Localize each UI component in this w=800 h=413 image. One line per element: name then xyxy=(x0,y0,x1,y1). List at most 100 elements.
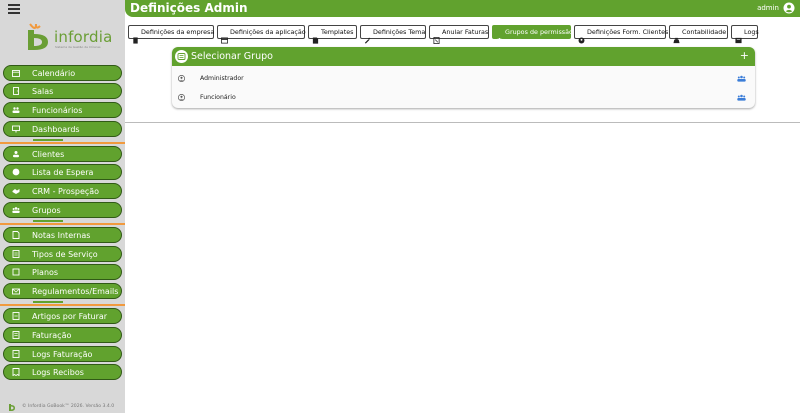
page-title: Definições Admin xyxy=(130,1,248,15)
sidebar-item-artigos-por-faturar[interactable]: Artigos por Faturar xyxy=(3,308,122,324)
tab-contabilidade[interactable]: Contabilidade xyxy=(669,25,728,43)
tab-label: Definições da aplicação xyxy=(230,28,306,36)
group-name: Funcionário xyxy=(200,93,236,101)
footer-copyright: © Infordia GoBook™ 2026. Versão 3.4.0 xyxy=(22,404,115,409)
brand-logo: infordia Sistema de Gestão de Clínicas xyxy=(20,20,113,54)
list-icon xyxy=(12,250,20,258)
clients-icon xyxy=(12,150,20,158)
cancel-invoice-icon xyxy=(433,29,440,44)
sidebar-footer: © Infordia GoBook™ 2026. Versão 3.4.0 xyxy=(8,402,114,411)
tab-logs[interactable]: Logs xyxy=(731,25,759,43)
sidebar-item-logs-recibos[interactable]: Logs Recibos xyxy=(3,364,122,380)
group-permissions-icon[interactable] xyxy=(737,75,746,82)
sidebar-item-label: Funcionários xyxy=(32,105,83,115)
group-name: Administrador xyxy=(200,74,244,82)
separator xyxy=(33,220,63,222)
invoice-icon xyxy=(12,331,20,339)
sidebar-item-logs-faturacao[interactable]: Logs Faturação xyxy=(3,346,122,362)
tab-definicoes-da-empresa[interactable]: Definições da empresa xyxy=(128,25,215,44)
tab-definicoes-da-aplicacao[interactable]: Definições da aplicação xyxy=(217,25,306,44)
sidebar-item-label: Logs Faturação xyxy=(32,349,93,359)
separator xyxy=(33,139,63,141)
separator xyxy=(0,142,125,144)
clock-icon xyxy=(12,168,20,176)
tab-definicoes-form-clientes[interactable]: Definições Form. Clientes xyxy=(574,25,668,43)
user-name[interactable]: admin xyxy=(757,4,779,12)
brand-name: infordia xyxy=(54,28,113,46)
monitor-icon xyxy=(12,125,20,133)
add-group-button[interactable]: + xyxy=(740,49,749,62)
tab-templates[interactable]: Templates xyxy=(308,25,357,44)
user-circle-icon xyxy=(178,74,185,82)
logo-mark-icon xyxy=(28,23,48,50)
app-settings-icon xyxy=(221,29,228,44)
tab-label: Grupos de permissão xyxy=(505,28,573,36)
sidebar-item-label: Grupos xyxy=(32,205,61,215)
group-selector-card: Selecionar Grupo + Administrador Funcioná… xyxy=(172,47,755,108)
app-root: infordia Sistema de Gestão de Clínicas C… xyxy=(0,0,800,413)
note-icon xyxy=(12,231,20,239)
user-menu[interactable]: admin xyxy=(757,2,795,14)
handshake-icon xyxy=(12,187,20,195)
sidebar-item-salas[interactable]: Salas xyxy=(3,83,122,99)
client-form-icon xyxy=(578,29,585,43)
top-header: Definições Admin admin xyxy=(125,0,800,17)
separator xyxy=(0,223,125,225)
group-list-item[interactable]: Funcionário xyxy=(172,88,755,106)
tab-anular-faturas[interactable]: Anular Faturas xyxy=(429,25,489,44)
separator xyxy=(0,304,125,306)
sidebar-item-notas-internas[interactable]: Notas Internas xyxy=(3,227,122,243)
sidebar-item-planos[interactable]: Planos xyxy=(3,264,122,280)
tab-label: Definições da empresa xyxy=(141,28,215,36)
separator xyxy=(33,301,63,303)
sidebar-item-label: Lista de Espera xyxy=(32,167,94,177)
sidebar-item-label: Artigos por Faturar xyxy=(32,311,108,321)
sidebar-item-label: Clientes xyxy=(32,149,65,159)
article-icon xyxy=(12,312,20,320)
people-icon xyxy=(12,106,20,114)
group-list-item[interactable]: Administrador xyxy=(172,69,755,87)
sidebar-item-label: Notas Internas xyxy=(32,230,91,240)
receipt-icon xyxy=(12,368,20,376)
tab-label: Anular Faturas xyxy=(442,28,489,36)
sidebar-item-faturacao[interactable]: Faturação xyxy=(3,327,122,343)
group-icon xyxy=(12,206,20,214)
sidebar-item-label: Planos xyxy=(32,267,59,277)
brand-tagline: Sistema de Gestão de Clínicas xyxy=(55,45,101,49)
calendar-icon xyxy=(12,69,20,77)
tab-label: Logs xyxy=(744,28,759,36)
theme-icon xyxy=(364,29,371,44)
building-icon xyxy=(132,29,139,44)
sidebar-item-tipos-de-servico[interactable]: Tipos de Serviço xyxy=(3,246,122,262)
sidebar-item-crm-prospecao[interactable]: CRM - Prospeção xyxy=(3,183,122,199)
group-icon xyxy=(496,29,503,43)
accounting-icon xyxy=(673,29,680,43)
tab-label: Contabilidade xyxy=(682,28,727,36)
sidebar-item-label: Faturação xyxy=(32,330,72,340)
tab-definicoes-tema[interactable]: Definições Tema xyxy=(360,25,426,44)
sidebar-item-lista-de-espera[interactable]: Lista de Espera xyxy=(3,164,122,180)
logs-icon xyxy=(735,29,742,43)
sidebar-item-regulamentos-emails[interactable]: Regulamentos/Emails xyxy=(3,283,122,299)
tab-label: Definições Tema xyxy=(373,28,426,36)
hamburger-menu-icon[interactable] xyxy=(8,4,20,14)
door-icon xyxy=(12,87,20,95)
sidebar-item-label: Calendário xyxy=(32,68,76,78)
sidebar-item-calendario[interactable]: Calendário xyxy=(3,65,122,81)
email-icon xyxy=(12,287,20,295)
sidebar-item-label: Regulamentos/Emails xyxy=(32,286,119,296)
tab-grupos-de-permissao[interactable]: Grupos de permissão xyxy=(492,25,573,43)
user-circle-icon xyxy=(178,93,185,101)
log-icon xyxy=(12,350,20,358)
sidebar-item-label: Tipos de Serviço xyxy=(32,249,98,259)
group-permissions-icon[interactable] xyxy=(737,94,746,101)
sidebar-item-grupos[interactable]: Grupos xyxy=(3,202,122,218)
sidebar-item-label: CRM - Prospeção xyxy=(32,186,100,196)
group-list-icon xyxy=(175,50,188,63)
sidebar-item-clientes[interactable]: Clientes xyxy=(3,146,122,162)
tab-label: Templates xyxy=(321,28,354,36)
sidebar-item-funcionarios[interactable]: Funcionários xyxy=(3,102,122,118)
sidebar-item-label: Logs Recibos xyxy=(32,367,84,377)
sidebar-item-dashboards[interactable]: Dashboards xyxy=(3,121,122,137)
user-account-icon[interactable] xyxy=(783,2,795,14)
